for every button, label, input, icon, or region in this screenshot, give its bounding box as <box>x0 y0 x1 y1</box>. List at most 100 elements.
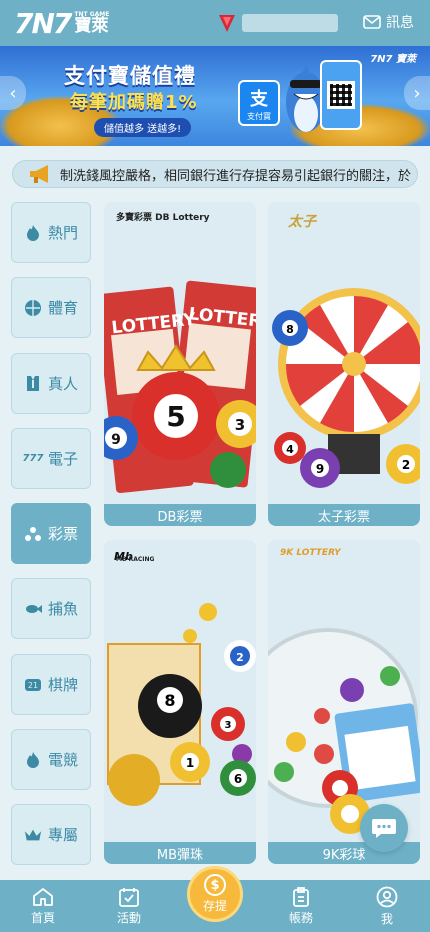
svg-text:3: 3 <box>225 720 232 731</box>
category-exclusive[interactable]: 專屬 <box>11 804 91 866</box>
chevron-left-icon: ‹ <box>9 82 17 104</box>
category-hot[interactable]: 熱門 <box>11 202 91 263</box>
category-label: 電競 <box>47 751 78 770</box>
svg-text:6: 6 <box>234 772 242 786</box>
category-fishing[interactable]: 捕魚 <box>11 578 91 640</box>
game-art <box>268 540 420 842</box>
vip-badge-icon <box>219 15 235 32</box>
deposit-withdraw-button[interactable]: $ 存提 <box>187 866 243 922</box>
banner-next-button[interactable]: › <box>404 76 430 110</box>
username-masked <box>242 14 338 32</box>
announcement-text: 制洗錢風控嚴格，相同銀行進行存提容易引起銀行的關注，於 <box>60 168 412 184</box>
app-logo[interactable]: 7N7 TNT GAME 寶萊 <box>14 7 109 40</box>
alipay-card: 支 支付寶 <box>238 80 280 126</box>
svg-text:8: 8 <box>286 323 294 336</box>
svg-text:太子: 太子 <box>287 213 318 230</box>
category-label: 捕魚 <box>47 600 78 619</box>
chat-bubble-icon <box>372 819 396 838</box>
slot-777-icon: 777 <box>22 452 44 464</box>
billiard-balls-icon: Mb 2 8 3 1 6 <box>104 540 256 842</box>
fire-icon <box>24 224 42 242</box>
user-icon <box>376 886 398 907</box>
category-cards[interactable]: 21 棋牌 <box>11 653 91 715</box>
category-label: 棋牌 <box>47 675 78 694</box>
ball-icon <box>24 299 42 317</box>
messages-button[interactable]: 訊息 <box>363 12 414 32</box>
qr-code-icon <box>327 81 355 109</box>
category-label: 電子 <box>47 449 78 468</box>
prize-wheel-icon: 太子 8 4 9 2 <box>268 202 420 504</box>
banner-brand: 7N7 寶萊 <box>370 54 416 65</box>
logo-mark: 7N7 <box>14 6 72 40</box>
category-esports[interactable]: 電競 <box>11 729 91 791</box>
chat-support-button[interactable] <box>360 804 408 852</box>
nav-me[interactable]: 我 <box>344 880 430 932</box>
chevron-right-icon: › <box>413 82 421 104</box>
category-sports[interactable]: 體育 <box>11 277 91 339</box>
category-label: 體育 <box>47 299 78 318</box>
nav-label: 帳務 <box>288 910 313 925</box>
lottery-balls-icon <box>24 525 42 543</box>
game-art: 太子 8 4 9 2 <box>268 202 420 504</box>
fish-icon <box>24 600 42 618</box>
coin-icon: $ <box>204 874 226 896</box>
nav-events[interactable]: 活動 <box>86 880 172 932</box>
game-card-db-lottery[interactable]: LOTTERY LOTTER 5 9 3 多寶彩票 DB Lottery DB彩… <box>104 202 256 526</box>
messages-label: 訊息 <box>386 15 414 31</box>
banner-pill: 儲值越多 送越多! <box>94 118 192 137</box>
svg-text:9: 9 <box>316 462 324 476</box>
category-label: 熱門 <box>47 224 78 242</box>
clipboard-icon <box>293 886 309 907</box>
promo-banner[interactable]: ‹ 支付寶儲值禮 每筆加碼贈1% 儲值越多 送越多! 支 支付寶 7N7 寶萊 … <box>0 46 430 146</box>
category-label: 彩票 <box>47 525 78 544</box>
game-label: DB彩票 <box>104 504 256 526</box>
logo-chinese-name: 寶萊 <box>74 15 109 36</box>
game-label: 太子彩票 <box>268 504 420 526</box>
qr-code-card <box>320 60 362 130</box>
svg-text:8: 8 <box>164 691 175 710</box>
fire-icon <box>24 751 42 769</box>
calendar-check-icon <box>119 887 139 907</box>
mail-icon <box>363 15 381 29</box>
nav-label: 首頁 <box>30 910 55 925</box>
svg-text:2: 2 <box>402 458 410 472</box>
game-art: Mb 2 8 3 1 6 <box>104 540 256 842</box>
lottery-drum-icon <box>268 540 420 842</box>
game-label: MB彈珠 <box>104 842 256 864</box>
category-slots[interactable]: 777 電子 <box>11 427 91 489</box>
category-live[interactable]: 真人 <box>11 352 91 414</box>
nav-label: 我 <box>380 911 393 926</box>
category-label: 真人 <box>47 374 78 393</box>
game-brand: MB RACING <box>116 556 155 563</box>
nav-label: 活動 <box>116 910 141 925</box>
svg-text:9: 9 <box>111 432 121 448</box>
home-icon <box>33 887 53 906</box>
svg-text:4: 4 <box>286 443 294 456</box>
svg-text:1: 1 <box>186 756 194 770</box>
banner-subtitle: 每筆加碼贈1% <box>70 92 198 113</box>
svg-text:3: 3 <box>235 416 245 434</box>
mahjong-icon: 21 <box>24 675 42 693</box>
lottery-ticket-balls-icon: LOTTERY LOTTER 5 9 3 <box>104 202 256 504</box>
banner-title: 支付寶儲值禮 <box>64 64 196 88</box>
announcement-marquee[interactable]: 制洗錢風控嚴格，相同銀行進行存提容易引起銀行的關注，於 <box>12 160 418 188</box>
crown-icon <box>24 826 42 844</box>
nav-account[interactable]: 帳務 <box>258 880 344 932</box>
game-art: LOTTERY LOTTER 5 9 3 <box>104 202 256 504</box>
category-label: 專屬 <box>47 826 78 845</box>
nav-home[interactable]: 首頁 <box>0 880 86 932</box>
megaphone-icon <box>30 165 48 183</box>
category-sidebar: 熱門 體育 真人 777 電子 彩票 捕魚 21 棋牌 電競 專屬 <box>11 202 91 880</box>
svg-text:21: 21 <box>28 681 38 690</box>
alipay-char: 支 <box>250 88 268 110</box>
game-card-prince-lottery[interactable]: 太子 8 4 9 2 太子彩票 <box>268 202 420 526</box>
nav-label: 存提 <box>202 899 227 913</box>
game-brand: 多寶彩票 DB Lottery <box>116 213 210 223</box>
category-lottery[interactable]: 彩票 <box>11 503 91 565</box>
svg-text:5: 5 <box>166 400 185 433</box>
alipay-label: 支付寶 <box>247 111 271 121</box>
game-card-mb-marbles[interactable]: Mb 2 8 3 1 6 MB RACING MB彈珠 <box>104 540 256 864</box>
game-brand: 9K LOTTERY <box>280 548 341 558</box>
svg-text:2: 2 <box>236 651 244 664</box>
top-header: 7N7 TNT GAME 寶萊 訊息 <box>0 0 430 46</box>
